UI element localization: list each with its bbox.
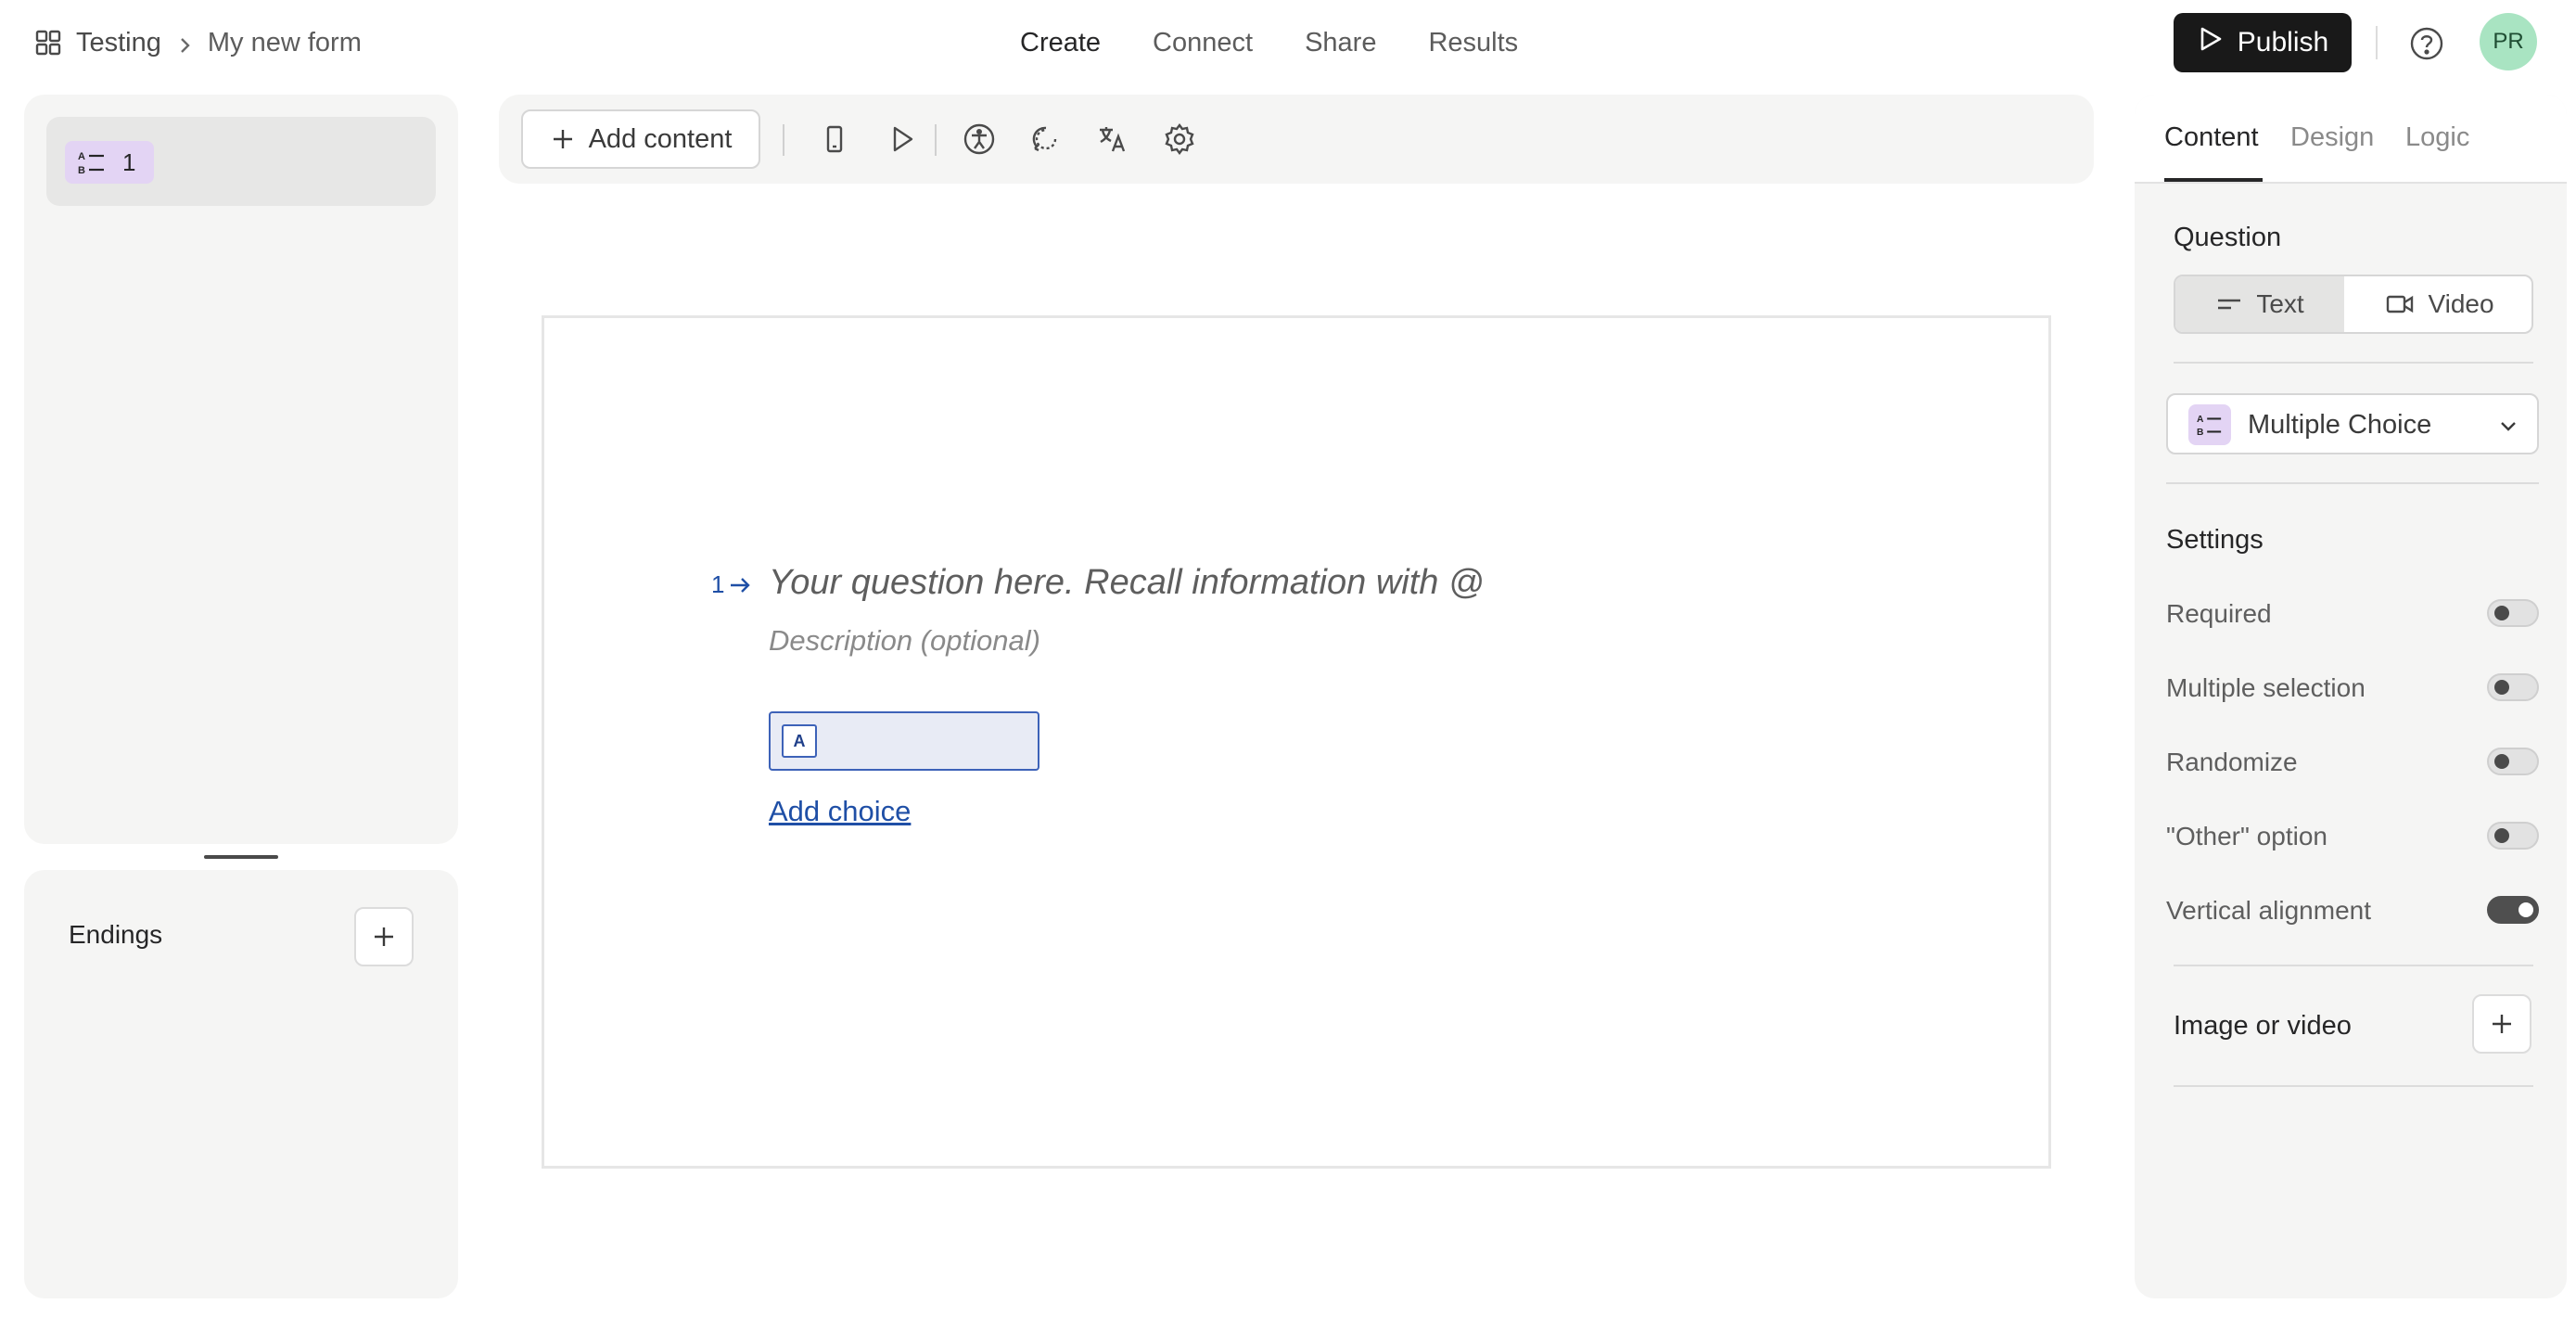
breadcrumb: Testing My new form — [33, 20, 362, 65]
setting-multiple-selection: Multiple selection — [2166, 670, 2539, 707]
redirect-icon[interactable] — [1027, 121, 1065, 158]
text-lines-icon — [2218, 299, 2241, 310]
svg-text:B: B — [2197, 428, 2203, 438]
setting-label: "Other" option — [2166, 822, 2327, 850]
add-content-label: Add content — [588, 123, 733, 154]
panel-tabs: Content Design Logic — [2135, 95, 2567, 184]
question-list-panel: A B 1 — [24, 95, 458, 844]
other-option-toggle[interactable] — [2487, 822, 2539, 850]
question-list-item[interactable]: A B 1 — [46, 117, 436, 206]
question-type-select[interactable]: A B Multiple Choice — [2166, 393, 2539, 454]
setting-randomize: Randomize — [2166, 744, 2539, 781]
setting-label: Required — [2166, 599, 2272, 628]
nav-create[interactable]: Create — [1020, 28, 1101, 58]
breadcrumb-form-name[interactable]: My new form — [208, 28, 362, 58]
question-number: 1 — [711, 570, 752, 599]
question-description-input[interactable]: Description (optional) — [769, 624, 1040, 658]
settings-icon[interactable] — [1161, 121, 1198, 158]
add-choice-link[interactable]: Add choice — [769, 795, 911, 828]
format-video-label: Video — [2428, 289, 2494, 318]
nav-connect[interactable]: Connect — [1153, 28, 1253, 58]
form-canvas: 1 Your question here. Recall information… — [542, 315, 2051, 1169]
format-video-button[interactable]: Video — [2346, 276, 2531, 332]
tab-content[interactable]: Content — [2164, 122, 2259, 153]
multiple-choice-icon: A B — [2188, 404, 2231, 445]
format-text-button[interactable]: Text — [2175, 276, 2344, 332]
svg-text:A: A — [2197, 415, 2204, 425]
top-bar: Testing My new form Create Connect Share… — [0, 0, 2576, 85]
editor-toolbar: Add content — [499, 95, 2094, 184]
svg-text:B: B — [78, 165, 85, 176]
question-number-value: 1 — [711, 570, 725, 598]
settings-section-label: Settings — [2166, 525, 2264, 555]
vertical-alignment-toggle[interactable] — [2487, 896, 2539, 924]
tab-design[interactable]: Design — [2290, 122, 2374, 153]
active-tab-indicator — [2164, 178, 2263, 182]
panel-resize-handle[interactable] — [204, 855, 278, 859]
setting-vertical-alignment: Vertical alignment — [2166, 892, 2539, 929]
format-text-label: Text — [2256, 289, 2304, 318]
breadcrumb-workspace[interactable]: Testing — [76, 28, 161, 58]
plus-icon — [375, 927, 393, 946]
question-list-number: 1 — [122, 147, 136, 176]
add-content-button[interactable]: Add content — [521, 109, 760, 169]
setting-label: Randomize — [2166, 748, 2298, 776]
setting-other-option: "Other" option — [2166, 818, 2539, 855]
header-divider — [2376, 26, 2378, 59]
randomize-toggle[interactable] — [2487, 748, 2539, 775]
nav-results[interactable]: Results — [1428, 28, 1518, 58]
publish-label: Publish — [2237, 27, 2329, 58]
divider — [2174, 362, 2533, 364]
divider — [2166, 482, 2539, 484]
avatar[interactable]: PR — [2480, 13, 2537, 70]
question-section-label: Question — [2174, 223, 2282, 252]
image-or-video-label: Image or video — [2174, 1011, 2352, 1041]
tab-logic[interactable]: Logic — [2405, 122, 2469, 153]
multiple-selection-toggle[interactable] — [2487, 673, 2539, 701]
help-icon[interactable] — [2409, 26, 2444, 61]
properties-panel: Content Design Logic Question Text Video… — [2135, 95, 2567, 1298]
question-type-label: Multiple Choice — [2248, 410, 2432, 440]
endings-panel: Endings — [24, 870, 458, 1298]
plus-icon — [2493, 1015, 2511, 1033]
mobile-preview-icon[interactable] — [816, 121, 853, 158]
required-toggle[interactable] — [2487, 599, 2539, 627]
choice-key-badge: A — [782, 724, 817, 758]
question-title-input[interactable]: Your question here. Recall information w… — [769, 563, 1485, 603]
setting-label: Multiple selection — [2166, 673, 2366, 702]
nav-share[interactable]: Share — [1305, 28, 1376, 58]
send-icon — [2197, 25, 2225, 60]
translate-icon[interactable] — [1094, 121, 1131, 158]
add-ending-button[interactable] — [354, 907, 414, 966]
endings-label: Endings — [69, 920, 163, 949]
accessibility-icon[interactable] — [961, 121, 998, 158]
toolbar-divider — [783, 124, 784, 156]
question-format-toggle: Text Video — [2174, 275, 2533, 334]
question-type-badge: A B 1 — [65, 141, 154, 184]
play-icon[interactable] — [883, 121, 920, 158]
add-media-button[interactable] — [2472, 994, 2531, 1054]
publish-button[interactable]: Publish — [2174, 13, 2352, 72]
choice-option-a[interactable]: A — [769, 711, 1039, 771]
plus-icon — [553, 130, 572, 148]
chevron-right-icon — [174, 32, 195, 53]
multiple-choice-icon: A B — [76, 148, 108, 176]
chevron-down-icon — [2496, 414, 2520, 438]
workspace-grid-icon[interactable] — [33, 28, 63, 58]
toolbar-divider — [935, 124, 937, 156]
divider — [2174, 1085, 2533, 1087]
setting-required: Required — [2166, 595, 2539, 633]
video-camera-icon — [2387, 295, 2414, 313]
setting-label: Vertical alignment — [2166, 896, 2372, 925]
divider — [2174, 965, 2533, 966]
main-nav: Create Connect Share Results — [1020, 20, 1518, 65]
svg-text:A: A — [78, 151, 85, 162]
arrow-right-icon — [731, 577, 751, 593]
